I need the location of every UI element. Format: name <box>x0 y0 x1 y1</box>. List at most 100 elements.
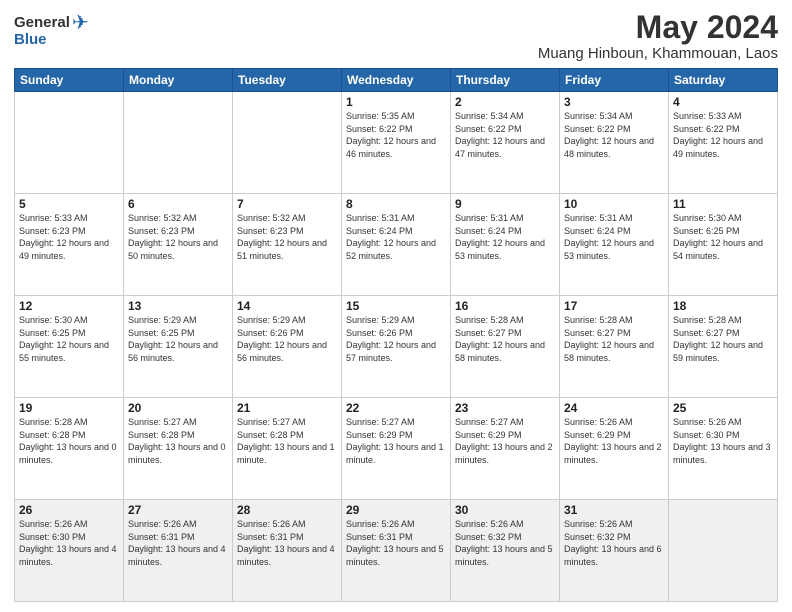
calendar-cell: 18Sunrise: 5:28 AMSunset: 6:27 PMDayligh… <box>669 296 778 398</box>
weekday-header-thursday: Thursday <box>451 69 560 92</box>
day-number: 1 <box>346 95 446 109</box>
day-number: 20 <box>128 401 228 415</box>
calendar-cell: 23Sunrise: 5:27 AMSunset: 6:29 PMDayligh… <box>451 398 560 500</box>
calendar-cell: 19Sunrise: 5:28 AMSunset: 6:28 PMDayligh… <box>15 398 124 500</box>
cell-sun-info: Sunrise: 5:27 AMSunset: 6:28 PMDaylight:… <box>128 416 228 466</box>
cell-sun-info: Sunrise: 5:26 AMSunset: 6:32 PMDaylight:… <box>564 518 664 568</box>
calendar-cell: 30Sunrise: 5:26 AMSunset: 6:32 PMDayligh… <box>451 500 560 602</box>
calendar-cell <box>669 500 778 602</box>
calendar-cell: 29Sunrise: 5:26 AMSunset: 6:31 PMDayligh… <box>342 500 451 602</box>
calendar-cell: 6Sunrise: 5:32 AMSunset: 6:23 PMDaylight… <box>124 194 233 296</box>
calendar-cell: 28Sunrise: 5:26 AMSunset: 6:31 PMDayligh… <box>233 500 342 602</box>
calendar-cell <box>15 92 124 194</box>
cell-sun-info: Sunrise: 5:26 AMSunset: 6:30 PMDaylight:… <box>19 518 119 568</box>
calendar-cell: 22Sunrise: 5:27 AMSunset: 6:29 PMDayligh… <box>342 398 451 500</box>
weekday-header-friday: Friday <box>560 69 669 92</box>
calendar-cell: 16Sunrise: 5:28 AMSunset: 6:27 PMDayligh… <box>451 296 560 398</box>
day-number: 30 <box>455 503 555 517</box>
cell-sun-info: Sunrise: 5:26 AMSunset: 6:31 PMDaylight:… <box>237 518 337 568</box>
day-number: 11 <box>673 197 773 211</box>
cell-sun-info: Sunrise: 5:26 AMSunset: 6:30 PMDaylight:… <box>673 416 773 466</box>
day-number: 28 <box>237 503 337 517</box>
weekday-header-saturday: Saturday <box>669 69 778 92</box>
day-number: 13 <box>128 299 228 313</box>
calendar-cell: 3Sunrise: 5:34 AMSunset: 6:22 PMDaylight… <box>560 92 669 194</box>
cell-sun-info: Sunrise: 5:28 AMSunset: 6:27 PMDaylight:… <box>564 314 664 364</box>
cell-sun-info: Sunrise: 5:28 AMSunset: 6:27 PMDaylight:… <box>673 314 773 364</box>
day-number: 7 <box>237 197 337 211</box>
calendar-cell <box>124 92 233 194</box>
cell-sun-info: Sunrise: 5:32 AMSunset: 6:23 PMDaylight:… <box>237 212 337 262</box>
cell-sun-info: Sunrise: 5:27 AMSunset: 6:28 PMDaylight:… <box>237 416 337 466</box>
cell-sun-info: Sunrise: 5:34 AMSunset: 6:22 PMDaylight:… <box>564 110 664 160</box>
weekday-header-sunday: Sunday <box>15 69 124 92</box>
day-number: 4 <box>673 95 773 109</box>
day-number: 29 <box>346 503 446 517</box>
day-number: 8 <box>346 197 446 211</box>
cell-sun-info: Sunrise: 5:33 AMSunset: 6:23 PMDaylight:… <box>19 212 119 262</box>
day-number: 3 <box>564 95 664 109</box>
day-number: 26 <box>19 503 119 517</box>
cell-sun-info: Sunrise: 5:28 AMSunset: 6:28 PMDaylight:… <box>19 416 119 466</box>
calendar-cell: 9Sunrise: 5:31 AMSunset: 6:24 PMDaylight… <box>451 194 560 296</box>
day-number: 17 <box>564 299 664 313</box>
cell-sun-info: Sunrise: 5:30 AMSunset: 6:25 PMDaylight:… <box>673 212 773 262</box>
calendar-cell: 4Sunrise: 5:33 AMSunset: 6:22 PMDaylight… <box>669 92 778 194</box>
calendar-cell: 5Sunrise: 5:33 AMSunset: 6:23 PMDaylight… <box>15 194 124 296</box>
weekday-header-tuesday: Tuesday <box>233 69 342 92</box>
cell-sun-info: Sunrise: 5:35 AMSunset: 6:22 PMDaylight:… <box>346 110 446 160</box>
week-row-5: 26Sunrise: 5:26 AMSunset: 6:30 PMDayligh… <box>15 500 778 602</box>
day-number: 16 <box>455 299 555 313</box>
calendar-cell: 11Sunrise: 5:30 AMSunset: 6:25 PMDayligh… <box>669 194 778 296</box>
calendar-cell: 26Sunrise: 5:26 AMSunset: 6:30 PMDayligh… <box>15 500 124 602</box>
logo-blue: Blue <box>14 31 47 48</box>
calendar-cell: 1Sunrise: 5:35 AMSunset: 6:22 PMDaylight… <box>342 92 451 194</box>
calendar-cell: 25Sunrise: 5:26 AMSunset: 6:30 PMDayligh… <box>669 398 778 500</box>
calendar-cell: 20Sunrise: 5:27 AMSunset: 6:28 PMDayligh… <box>124 398 233 500</box>
day-number: 12 <box>19 299 119 313</box>
title-block: May 2024 Muang Hinboun, Khammouan, Laos <box>538 10 778 62</box>
page: General ✈ Blue May 2024 Muang Hinboun, K… <box>0 0 792 612</box>
week-row-1: 1Sunrise: 5:35 AMSunset: 6:22 PMDaylight… <box>15 92 778 194</box>
day-number: 25 <box>673 401 773 415</box>
day-number: 6 <box>128 197 228 211</box>
calendar-cell: 27Sunrise: 5:26 AMSunset: 6:31 PMDayligh… <box>124 500 233 602</box>
cell-sun-info: Sunrise: 5:31 AMSunset: 6:24 PMDaylight:… <box>564 212 664 262</box>
calendar-body: 1Sunrise: 5:35 AMSunset: 6:22 PMDaylight… <box>15 92 778 602</box>
week-row-3: 12Sunrise: 5:30 AMSunset: 6:25 PMDayligh… <box>15 296 778 398</box>
week-row-2: 5Sunrise: 5:33 AMSunset: 6:23 PMDaylight… <box>15 194 778 296</box>
cell-sun-info: Sunrise: 5:29 AMSunset: 6:25 PMDaylight:… <box>128 314 228 364</box>
calendar-cell: 2Sunrise: 5:34 AMSunset: 6:22 PMDaylight… <box>451 92 560 194</box>
calendar-cell: 31Sunrise: 5:26 AMSunset: 6:32 PMDayligh… <box>560 500 669 602</box>
month-title: May 2024 <box>538 10 778 45</box>
calendar-cell: 15Sunrise: 5:29 AMSunset: 6:26 PMDayligh… <box>342 296 451 398</box>
weekday-header-monday: Monday <box>124 69 233 92</box>
cell-sun-info: Sunrise: 5:27 AMSunset: 6:29 PMDaylight:… <box>455 416 555 466</box>
day-number: 27 <box>128 503 228 517</box>
calendar-header: SundayMondayTuesdayWednesdayThursdayFrid… <box>15 69 778 92</box>
cell-sun-info: Sunrise: 5:31 AMSunset: 6:24 PMDaylight:… <box>455 212 555 262</box>
day-number: 19 <box>19 401 119 415</box>
week-row-4: 19Sunrise: 5:28 AMSunset: 6:28 PMDayligh… <box>15 398 778 500</box>
cell-sun-info: Sunrise: 5:26 AMSunset: 6:31 PMDaylight:… <box>346 518 446 568</box>
day-number: 31 <box>564 503 664 517</box>
day-number: 2 <box>455 95 555 109</box>
day-number: 9 <box>455 197 555 211</box>
calendar-cell: 10Sunrise: 5:31 AMSunset: 6:24 PMDayligh… <box>560 194 669 296</box>
day-number: 22 <box>346 401 446 415</box>
calendar-cell: 13Sunrise: 5:29 AMSunset: 6:25 PMDayligh… <box>124 296 233 398</box>
calendar-cell: 12Sunrise: 5:30 AMSunset: 6:25 PMDayligh… <box>15 296 124 398</box>
cell-sun-info: Sunrise: 5:30 AMSunset: 6:25 PMDaylight:… <box>19 314 119 364</box>
cell-sun-info: Sunrise: 5:29 AMSunset: 6:26 PMDaylight:… <box>237 314 337 364</box>
day-number: 14 <box>237 299 337 313</box>
cell-sun-info: Sunrise: 5:28 AMSunset: 6:27 PMDaylight:… <box>455 314 555 364</box>
weekday-header-wednesday: Wednesday <box>342 69 451 92</box>
cell-sun-info: Sunrise: 5:26 AMSunset: 6:29 PMDaylight:… <box>564 416 664 466</box>
logo: General ✈ Blue <box>14 10 89 48</box>
cell-sun-info: Sunrise: 5:31 AMSunset: 6:24 PMDaylight:… <box>346 212 446 262</box>
weekday-row: SundayMondayTuesdayWednesdayThursdayFrid… <box>15 69 778 92</box>
calendar-cell: 17Sunrise: 5:28 AMSunset: 6:27 PMDayligh… <box>560 296 669 398</box>
logo-icon: ✈ <box>72 10 89 35</box>
day-number: 10 <box>564 197 664 211</box>
day-number: 18 <box>673 299 773 313</box>
